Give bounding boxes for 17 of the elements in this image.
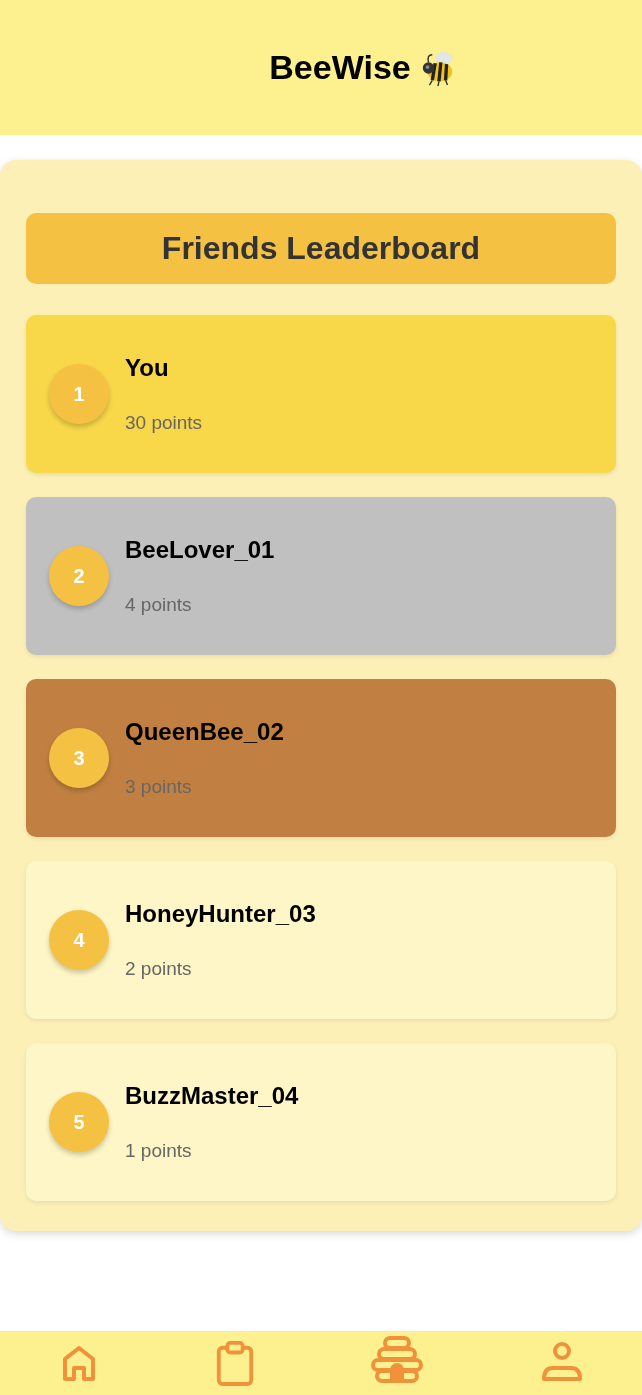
player-name: BeeLover_01 bbox=[125, 536, 275, 564]
player-points: 3 points bbox=[125, 776, 193, 798]
leaderboard-title: Friends Leaderboard bbox=[26, 213, 616, 284]
player-points: 4 points bbox=[125, 594, 193, 616]
rank-badge: 4 bbox=[49, 910, 109, 970]
rank-badge: 5 bbox=[49, 1092, 109, 1152]
rank-badge: 3 bbox=[49, 728, 109, 788]
app-title: BeeWise bbox=[269, 48, 411, 87]
player-name: HoneyHunter_03 bbox=[125, 900, 316, 928]
rank-badge: 2 bbox=[49, 546, 109, 606]
rank-badge: 1 bbox=[49, 364, 109, 424]
player-name: BuzzMaster_04 bbox=[125, 1082, 299, 1110]
player-name: You bbox=[125, 354, 170, 382]
player-points: 30 points bbox=[125, 412, 203, 434]
player-name: QueenBee_02 bbox=[125, 718, 284, 746]
player-points: 2 points bbox=[125, 958, 193, 980]
player-points: 1 points bbox=[125, 1140, 193, 1162]
